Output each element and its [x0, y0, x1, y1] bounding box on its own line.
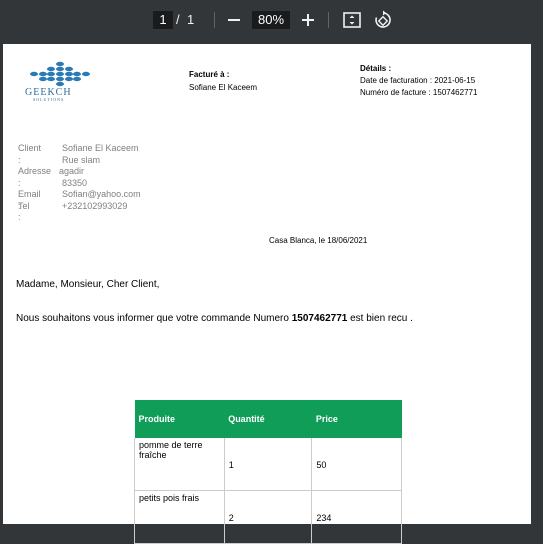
greeting: Madame, Monsieur, Cher Client,: [16, 279, 160, 290]
header-produite: Produite: [134, 400, 225, 438]
order-table: Produite Quantité Price pomme de terre f…: [134, 400, 402, 544]
billed-to-name: Sofiane El Kaceem: [189, 83, 258, 92]
pdf-page: GEEKCH SOLUTIONS Facturé à : Sofiane El …: [3, 44, 531, 544]
cell-quantity-value: 1: [228, 460, 234, 470]
fit-page-icon[interactable]: [343, 12, 361, 28]
page-number-input[interactable]: 1: [153, 11, 173, 29]
rotate-icon[interactable]: [373, 10, 393, 30]
cell-price: 234: [311, 490, 402, 544]
cell-price: 50: [311, 438, 402, 491]
invoice-number: Numéro de facture : 1507462771: [360, 88, 478, 97]
logo-subtitle: SOLUTIONS: [33, 97, 65, 102]
page-separator: /: [176, 12, 180, 27]
header-price: Price: [311, 400, 402, 438]
address-label: Adresse :: [18, 166, 52, 188]
cell-product: pomme de terre fraîche: [134, 438, 225, 491]
toolbar-divider: [328, 12, 329, 28]
message-order-number: 1507462771: [291, 313, 348, 324]
tel-label: Tel :: [18, 200, 30, 223]
total-pages: 1: [187, 12, 195, 27]
cell-price-value: 234: [316, 513, 332, 523]
client-postal: 83350: [62, 177, 88, 188]
zoom-out-icon[interactable]: [224, 8, 244, 32]
client-email: Sofian@yahoo.com: [62, 189, 141, 199]
table-header-row: Produite Quantité Price: [134, 400, 402, 438]
cell-quantity: 2: [224, 490, 313, 544]
invoice-date: Date de facturation : 2021-06-15: [360, 76, 476, 85]
client-street: Rue slam: [62, 154, 101, 165]
zoom-in-icon[interactable]: [298, 8, 318, 32]
cell-product: petits pois frais: [134, 490, 225, 544]
client-name: Sofiane El Kaceem: [62, 143, 139, 153]
cell-quantity: 1: [224, 438, 313, 491]
cell-quantity-value: 2: [228, 513, 234, 523]
cell-price-value: 50: [316, 460, 327, 470]
scrollbar[interactable]: [533, 44, 541, 516]
pdf-toolbar: 1 / 1 80%: [0, 0, 543, 40]
table-row: petits pois frais 2 234: [134, 490, 402, 544]
place-date: Casa Blanca, le 18/06/2021: [269, 236, 368, 245]
header-quantite: Quantité: [224, 400, 312, 438]
message-text-end: est bien recu .: [347, 313, 413, 324]
table-row: pomme de terre fraîche 1 50: [134, 438, 402, 491]
client-label: Client :: [18, 143, 42, 165]
zoom-level-input[interactable]: 80%: [252, 11, 290, 29]
client-tel: +232102993029: [62, 200, 128, 211]
message: Nous souhaitons vous informer que votre …: [16, 313, 413, 324]
billed-to-label: Facturé à :: [189, 70, 230, 79]
details-label: Détails :: [360, 64, 392, 73]
message-text: Nous souhaitons vous informer que votre …: [16, 313, 292, 324]
client-city: agadir: [59, 166, 85, 176]
toolbar-divider: [214, 12, 215, 28]
